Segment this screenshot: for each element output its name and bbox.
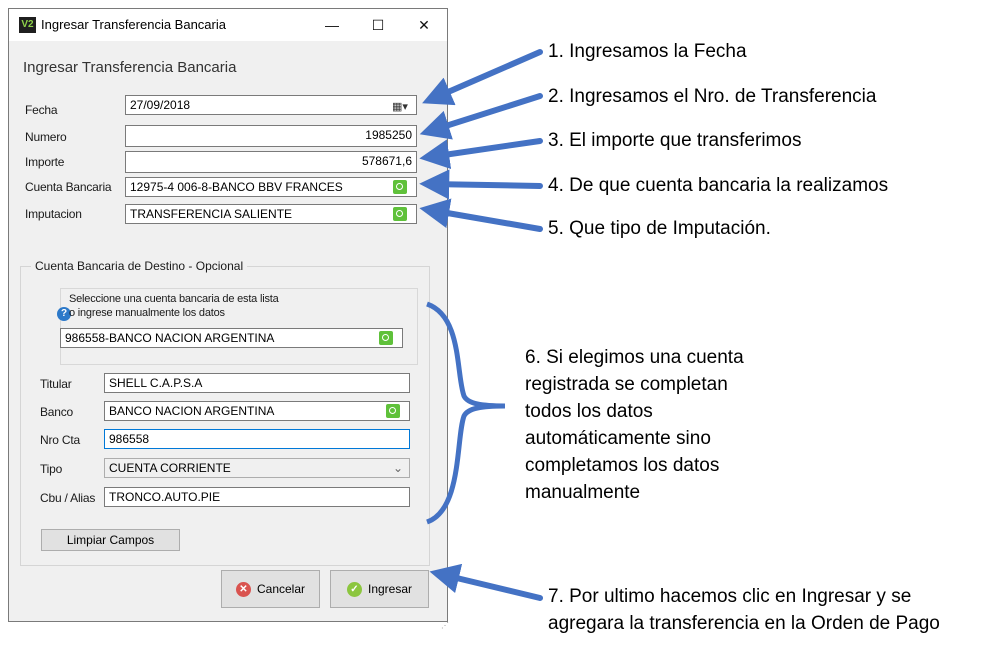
annotation-1: 1. Ingresamos la Fecha (548, 41, 747, 62)
arrow-2 (419, 93, 543, 140)
annotation-6-line5: completamos los datos (525, 455, 720, 476)
arrow-7 (429, 563, 543, 601)
annotation-6-line3: todos los datos (525, 401, 653, 422)
annotation-4: 4. De que cuenta bancaria la realizamos (548, 175, 889, 196)
arrow-3 (419, 138, 543, 170)
annotation-3: 3. El importe que transferimos (548, 130, 802, 151)
arrow-5 (419, 198, 543, 232)
annotation-6-line6: manualmente (525, 482, 641, 503)
brace-6 (425, 301, 506, 525)
annotation-6-line1: 6. Si elegimos una cuenta (525, 347, 744, 368)
annotation-5: 5. Que tipo de Imputación. (548, 218, 771, 239)
annotation-6-line4: automáticamente sino (525, 428, 711, 449)
arrow-1 (422, 49, 543, 106)
annotation-2: 2. Ingresamos el Nro. de Transferencia (548, 86, 877, 107)
arrow-4 (419, 169, 543, 200)
annotation-7-line2: agregara la transferencia en la Orden de… (548, 613, 940, 634)
annotation-7-line1: 7. Por ultimo hacemos clic en Ingresar y… (548, 586, 912, 607)
annotation-6-line2: registrada se completan (525, 374, 728, 395)
